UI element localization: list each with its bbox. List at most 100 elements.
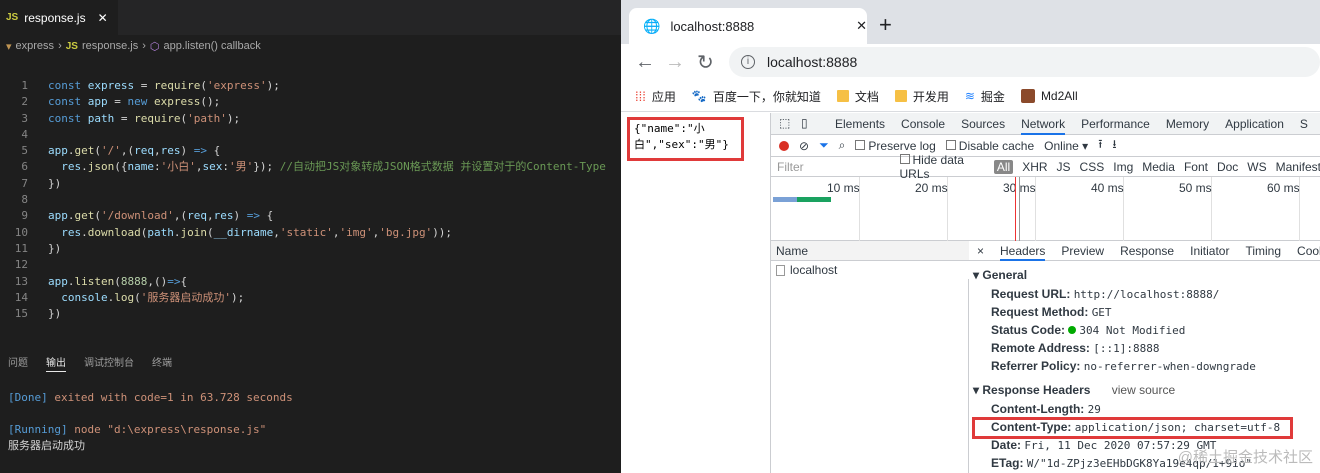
- code-line[interactable]: 4: [0, 127, 621, 143]
- reload-icon[interactable]: ↻: [697, 50, 714, 75]
- code-line[interactable]: 14 console.log('服务器启动成功');: [0, 290, 621, 306]
- code-token: {: [180, 274, 188, 288]
- detail-tab-response[interactable]: Response: [1120, 244, 1174, 258]
- editor-tab-response-js[interactable]: JS response.js ✕: [0, 0, 118, 35]
- code-line[interactable]: 15}): [0, 306, 621, 322]
- close-icon[interactable]: ✕: [856, 18, 867, 34]
- header-key: Date:: [991, 438, 1022, 452]
- devtools-tab-sources[interactable]: Sources: [961, 117, 1005, 131]
- network-timeline[interactable]: 10 ms 20 ms 30 ms 40 ms 50 ms 60 ms: [771, 177, 1320, 241]
- response-headers-section-header[interactable]: ▾ Response Headers view source: [973, 383, 1175, 397]
- devtools-tab-performance[interactable]: Performance: [1081, 117, 1150, 131]
- search-icon[interactable]: ⌕: [839, 138, 846, 153]
- general-section-header[interactable]: ▾ General: [973, 268, 1027, 282]
- code-line[interactable]: 10 res.download(path.join(__dirname,'sta…: [0, 225, 621, 241]
- filter-input[interactable]: Filter: [777, 160, 891, 174]
- code-line[interactable]: 6 res.json({name:'小白',sex:'男'}); //自动把JS…: [0, 159, 621, 175]
- record-icon[interactable]: [779, 140, 789, 151]
- panel-tab-debug-console[interactable]: 调试控制台: [84, 354, 134, 372]
- filter-type-media[interactable]: Media: [1142, 160, 1175, 174]
- code-line[interactable]: 9 app.get('/download',(req,res) => {: [0, 208, 621, 224]
- header-key: ETag:: [991, 456, 1024, 470]
- detail-tab-cookies[interactable]: Cookie: [1297, 244, 1320, 258]
- detail-tab-timing[interactable]: Timing: [1245, 244, 1281, 258]
- filter-type-xhr[interactable]: XHR: [1022, 160, 1047, 174]
- filter-type-css[interactable]: CSS: [1080, 160, 1105, 174]
- back-arrow-icon[interactable]: ←: [635, 51, 655, 74]
- request-row-localhost[interactable]: localhost: [771, 261, 969, 279]
- breadcrumb-symbol[interactable]: app.listen() callback: [164, 40, 261, 52]
- panel-tab-problems[interactable]: 问题: [8, 354, 28, 372]
- code-token: path: [87, 111, 115, 125]
- filter-icon[interactable]: ⏷: [819, 138, 829, 153]
- filter-type-font[interactable]: Font: [1184, 160, 1208, 174]
- download-icon[interactable]: ⭳: [1112, 135, 1116, 156]
- filter-type-ws[interactable]: WS: [1247, 160, 1266, 174]
- devtools-tab-application[interactable]: Application: [1225, 117, 1284, 131]
- close-icon[interactable]: ✕: [98, 11, 108, 25]
- chrome-window: 🌐 localhost:8888 ✕ + ← → ↻ i localhost:8…: [621, 0, 1320, 473]
- devtools-tab-elements[interactable]: Elements: [835, 117, 885, 131]
- code-line[interactable]: 12: [0, 257, 621, 273]
- json-response-body: {"name":"小 白","sex":"男"}: [627, 117, 744, 161]
- preserve-log-checkbox[interactable]: Preserve log: [855, 139, 936, 153]
- filter-type-all[interactable]: All: [993, 159, 1014, 174]
- code-line[interactable]: 13 app.listen(8888,()=>{: [0, 274, 621, 290]
- filter-type-manifest[interactable]: Manifest: [1276, 160, 1320, 174]
- bookmark-label: 百度一下，你就知道: [712, 89, 821, 104]
- code-line[interactable]: 5 app.get('/',(req,res) => {: [0, 143, 621, 159]
- devtools-tab-network[interactable]: Network: [1021, 113, 1066, 135]
- bookmark-juejin[interactable]: ≋ 掘金: [965, 88, 1005, 105]
- breadcrumb-file[interactable]: response.js: [82, 40, 138, 52]
- code-token: (: [94, 144, 101, 158]
- code-token: ,: [154, 144, 161, 158]
- bookmark-md2all[interactable]: Md2All: [1020, 89, 1078, 103]
- code-line[interactable]: 2 const app = new express();: [0, 94, 621, 110]
- panel-tab-terminal[interactable]: 终端: [152, 354, 172, 372]
- upload-icon[interactable]: ⭱: [1098, 135, 1102, 156]
- code-line[interactable]: 7}): [0, 176, 621, 192]
- close-icon[interactable]: ×: [977, 244, 984, 258]
- code-token: app: [87, 95, 108, 109]
- code-token: res: [61, 160, 82, 174]
- code-line[interactable]: 1 const express = require('express');: [0, 78, 621, 94]
- clear-icon[interactable]: ⊘: [799, 139, 809, 153]
- forward-arrow-icon[interactable]: →: [665, 51, 685, 74]
- detail-tab-initiator[interactable]: Initiator: [1190, 244, 1229, 258]
- view-source-link[interactable]: view source: [1112, 383, 1175, 397]
- info-icon[interactable]: i: [741, 55, 755, 69]
- filter-type-doc[interactable]: Doc: [1217, 160, 1238, 174]
- device-toggle-icon[interactable]: ▯: [801, 116, 808, 130]
- bookmark-baidu[interactable]: 🐾 百度一下，你就知道: [692, 88, 821, 105]
- filter-type-js[interactable]: JS: [1057, 160, 1071, 174]
- address-bar[interactable]: i localhost:8888: [729, 47, 1320, 77]
- code-editor[interactable]: 1 const express = require('express'); 2 con…: [0, 78, 621, 322]
- disable-cache-checkbox[interactable]: Disable cache: [945, 139, 1034, 153]
- bookmark-docs[interactable]: 文档: [836, 88, 879, 105]
- code-token: console: [61, 290, 108, 304]
- status-dot-icon: [1068, 326, 1077, 334]
- code-line[interactable]: 3 const path = require('path');: [0, 111, 621, 127]
- name-column-header[interactable]: Name: [771, 241, 969, 261]
- new-tab-button[interactable]: +: [879, 12, 892, 38]
- detail-tab-preview[interactable]: Preview: [1061, 244, 1104, 258]
- code-line[interactable]: 8: [0, 192, 621, 208]
- devtools-tab-console[interactable]: Console: [901, 117, 945, 131]
- panel-tab-output[interactable]: 输出: [46, 354, 66, 372]
- code-line[interactable]: 11}): [0, 241, 621, 257]
- general-row: Status Code: 304 Not Modified: [991, 323, 1185, 337]
- devtools-tab-overflow[interactable]: S: [1300, 117, 1308, 131]
- browser-tab[interactable]: 🌐 localhost:8888 ✕: [629, 8, 867, 44]
- bookmark-apps[interactable]: ⁞⁞⁞ 应用: [635, 88, 676, 105]
- inspect-icon[interactable]: ⬚: [779, 116, 790, 130]
- breadcrumb-folder[interactable]: express: [16, 40, 55, 52]
- bookmark-dev[interactable]: 开发用: [894, 88, 949, 105]
- filter-type-img[interactable]: Img: [1113, 160, 1133, 174]
- code-token: res: [160, 144, 181, 158]
- detail-tab-headers[interactable]: Headers: [1000, 241, 1046, 261]
- triangle-down-icon: ▾: [973, 383, 980, 397]
- juejin-icon: ≋: [964, 89, 975, 103]
- devtools-tab-memory[interactable]: Memory: [1166, 117, 1209, 131]
- output-done-prefix: [Done]: [8, 391, 48, 404]
- throttle-select[interactable]: Online ▾: [1044, 139, 1088, 153]
